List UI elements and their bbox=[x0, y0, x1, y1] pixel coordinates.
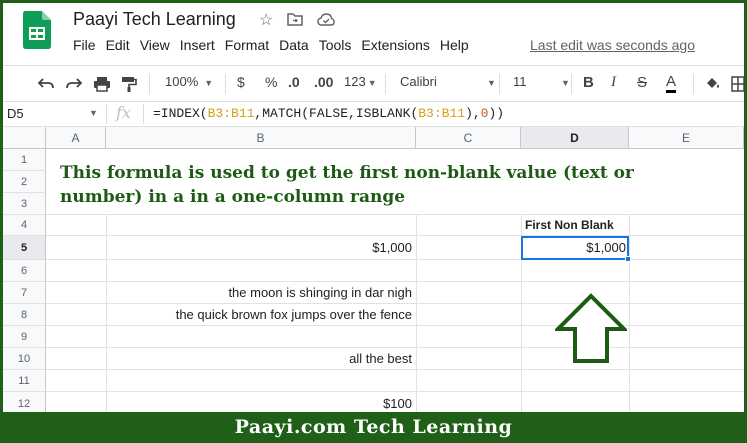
spreadsheet-grid: A B C D E 1 2 3 4 5 6 7 8 9 10 11 12 Thi… bbox=[3, 127, 744, 412]
row-header-11[interactable]: 11 bbox=[3, 370, 46, 392]
app-window: Paayi Tech Learning ☆ File Edit View Ins… bbox=[3, 3, 744, 412]
column-header-b[interactable]: B bbox=[106, 127, 416, 149]
menu-insert[interactable]: Insert bbox=[180, 37, 223, 53]
italic-button[interactable]: I bbox=[611, 74, 616, 91]
strikethrough-button[interactable]: S bbox=[637, 74, 647, 91]
last-edit-link[interactable]: Last edit was seconds ago bbox=[530, 37, 695, 53]
chevron-down-icon: ▼ bbox=[367, 78, 377, 88]
cell-b5[interactable]: $1,000 bbox=[109, 240, 412, 255]
number-format-value: 123 bbox=[344, 74, 366, 89]
menu-bar: File Edit View Insert Format Data Tools … bbox=[73, 37, 479, 53]
redo-icon[interactable] bbox=[65, 77, 83, 91]
name-box[interactable]: D5 bbox=[7, 106, 24, 121]
increase-decimal-button[interactable]: .00 bbox=[314, 74, 333, 90]
row-header-2[interactable]: 2 bbox=[3, 171, 46, 193]
bold-button[interactable]: B bbox=[583, 74, 594, 91]
row-header-5[interactable]: 5 bbox=[3, 236, 46, 260]
cell-b10[interactable]: all the best bbox=[109, 351, 412, 366]
fill-handle[interactable] bbox=[625, 256, 631, 262]
borders-icon[interactable] bbox=[731, 76, 744, 92]
row-header-1[interactable]: 1 bbox=[3, 149, 46, 171]
number-format-select[interactable]: 123 ▼ bbox=[344, 74, 377, 89]
formula-range: B3:B11 bbox=[207, 106, 255, 121]
paint-format-icon[interactable] bbox=[121, 76, 137, 93]
row-header-4[interactable]: 4 bbox=[3, 215, 46, 236]
menu-extensions[interactable]: Extensions bbox=[361, 37, 437, 53]
chevron-down-icon: ▼ bbox=[561, 78, 570, 88]
toolbar: 100% ▼ $ % .0 .00 123 ▼ Calibri ▼ 11 ▼ B I… bbox=[3, 65, 744, 101]
cell-b7[interactable]: the moon is shinging in dar nigh bbox=[109, 285, 412, 300]
document-title[interactable]: Paayi Tech Learning bbox=[73, 9, 236, 30]
star-icon[interactable]: ☆ bbox=[259, 10, 273, 30]
heading-text: This formula is used to get the first no… bbox=[60, 163, 634, 207]
cell-b12[interactable]: $100 bbox=[109, 396, 412, 411]
zoom-select[interactable]: 100% ▼ bbox=[165, 74, 213, 89]
print-icon[interactable] bbox=[93, 76, 111, 92]
column-header-d[interactable]: D bbox=[521, 127, 629, 149]
column-header-c[interactable]: C bbox=[416, 127, 521, 149]
title-bar: Paayi Tech Learning ☆ File Edit View Ins… bbox=[3, 3, 744, 65]
cloud-status-icon[interactable] bbox=[317, 13, 335, 26]
row-header-6[interactable]: 6 bbox=[3, 260, 46, 282]
menu-view[interactable]: View bbox=[140, 37, 178, 53]
formula-part: ), bbox=[465, 106, 481, 121]
fill-color-icon[interactable] bbox=[703, 75, 721, 93]
chevron-down-icon[interactable]: ▼ bbox=[89, 108, 98, 118]
row-header-3[interactable]: 3 bbox=[3, 193, 46, 215]
row-header-9[interactable]: 9 bbox=[3, 326, 46, 348]
font-value: Calibri bbox=[400, 74, 437, 89]
cell-selection-box bbox=[521, 236, 629, 260]
font-select[interactable]: Calibri bbox=[400, 74, 488, 89]
row-header-10[interactable]: 10 bbox=[3, 348, 46, 370]
formula-bar: D5 ▼ fx =INDEX(B3:B11,MATCH(FALSE,ISBLAN… bbox=[3, 101, 744, 127]
up-arrow-icon bbox=[555, 293, 627, 363]
sheets-logo-icon[interactable] bbox=[23, 11, 51, 49]
row-header-12[interactable]: 12 bbox=[3, 392, 46, 412]
formula-input[interactable]: =INDEX(B3:B11,MATCH(FALSE,ISBLANK(B3:B11… bbox=[153, 106, 504, 121]
decrease-decimal-button[interactable]: .0 bbox=[288, 74, 300, 90]
move-to-folder-icon[interactable] bbox=[287, 13, 303, 26]
font-size-select[interactable]: 11 bbox=[513, 74, 527, 89]
select-all-corner[interactable] bbox=[3, 127, 46, 149]
row-header-7[interactable]: 7 bbox=[3, 282, 46, 304]
percent-format-button[interactable]: % bbox=[265, 74, 277, 90]
cell-d4[interactable]: First Non Blank bbox=[525, 218, 614, 232]
menu-edit[interactable]: Edit bbox=[106, 37, 138, 53]
column-header-a[interactable]: A bbox=[46, 127, 106, 149]
menu-format[interactable]: Format bbox=[225, 37, 277, 53]
menu-tools[interactable]: Tools bbox=[319, 37, 360, 53]
formula-part: =INDEX( bbox=[153, 106, 208, 121]
chevron-down-icon: ▼ bbox=[487, 78, 496, 88]
font-size-value: 11 bbox=[513, 74, 527, 89]
menu-help[interactable]: Help bbox=[440, 37, 477, 53]
chevron-down-icon: ▼ bbox=[204, 78, 214, 88]
formula-part: ,MATCH(FALSE,ISBLANK( bbox=[254, 106, 419, 121]
footer-text: Paayi.com Tech Learning bbox=[234, 416, 513, 438]
fx-icon: fx bbox=[116, 103, 131, 122]
column-header-e[interactable]: E bbox=[629, 127, 744, 149]
currency-format-button[interactable]: $ bbox=[237, 74, 245, 90]
formula-part: )) bbox=[488, 106, 505, 121]
undo-icon[interactable] bbox=[37, 77, 55, 91]
text-color-button[interactable]: A bbox=[666, 74, 677, 93]
menu-file[interactable]: File bbox=[73, 37, 104, 53]
zoom-value: 100% bbox=[165, 74, 199, 89]
cell-b8[interactable]: the quick brown fox jumps over the fence bbox=[109, 307, 412, 322]
footer-banner: Paayi.com Tech Learning bbox=[0, 412, 747, 443]
formula-range: B3:B11 bbox=[418, 106, 466, 121]
row-header-8[interactable]: 8 bbox=[3, 304, 46, 326]
menu-data[interactable]: Data bbox=[279, 37, 317, 53]
